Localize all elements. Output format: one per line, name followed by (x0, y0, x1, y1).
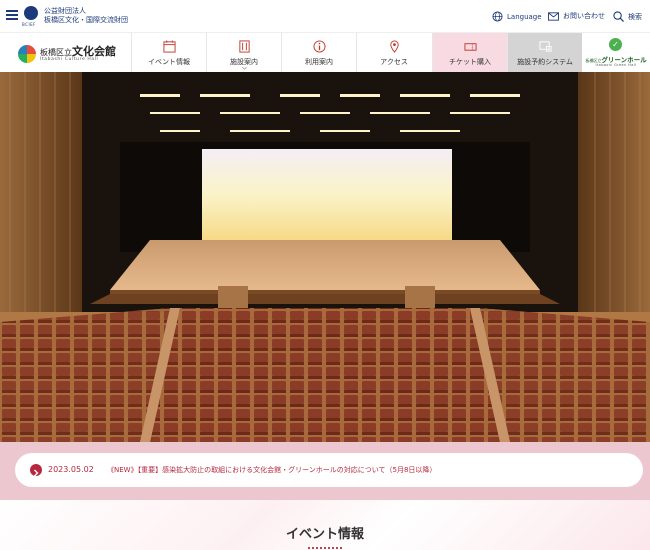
news-strip: 2023.05.02 《NEW》【重要】感染拡大防止の取組における文化会館・グリ… (0, 442, 650, 500)
search-link[interactable]: 検索 (613, 11, 642, 22)
contact-label: お問い合わせ (563, 12, 605, 20)
ticket-icon (464, 43, 477, 51)
events-section: イベント情報 (0, 500, 650, 550)
nav-item-usage[interactable]: 利用案内 (281, 33, 356, 73)
nav-item-events[interactable]: イベント情報 (131, 33, 206, 73)
nav-label-booking: 施設予約システム (517, 58, 573, 66)
foundation-name-line2: 板橋区文化・国際交流財団 (44, 16, 128, 24)
nav-label-access: アクセス (380, 58, 408, 66)
nav-item-facilities[interactable]: 施設案内 (206, 33, 281, 73)
search-label: 検索 (628, 12, 642, 21)
nav-label-facilities: 施設案内 (230, 58, 258, 66)
language-link[interactable]: Language (492, 11, 542, 22)
heading-divider (307, 547, 343, 549)
hero-image (0, 72, 650, 442)
events-heading: イベント情報 (285, 527, 364, 542)
nav-label-events: イベント情報 (148, 58, 190, 66)
top-utility-bar: BCIEF 公益財団法人 板橋区文化・国際交流財団 Language お問い合わ… (0, 0, 650, 32)
map-pin-icon (390, 40, 399, 53)
site-logo[interactable]: 板橋区立文化会館 Itabashi Culture Hall (18, 43, 136, 65)
nav-label-tickets: チケット購入 (449, 58, 491, 66)
news-text: 《NEW》【重要】感染拡大防止の取組における文化会館・グリーンホールの対応につい… (107, 466, 437, 474)
nav-item-booking[interactable]: 施設予約システム (507, 33, 582, 73)
globe-icon (492, 11, 503, 22)
foundation-name-line1: 公益財団法人 (44, 7, 86, 15)
foundation-logo-text: BCIEF (22, 22, 36, 27)
calendar-icon (163, 40, 176, 53)
news-date: 2023.05.02 (48, 465, 94, 474)
building-icon (239, 40, 250, 53)
menu-icon[interactable] (6, 10, 18, 20)
site-title-en: Itabashi Culture Hall (40, 57, 99, 62)
search-icon (613, 11, 624, 22)
green-hall-title-en: Itabashi Green Hall (595, 63, 637, 67)
green-hall-link[interactable]: ✓ 板橋区立グリーンホール Itabashi Green Hall (582, 32, 650, 72)
info-icon (313, 40, 326, 53)
foundation-logo-icon[interactable] (24, 6, 38, 20)
culture-hall-logo-icon (18, 45, 36, 63)
mail-icon (548, 11, 559, 21)
nav-item-tickets[interactable]: チケット購入 (432, 33, 507, 73)
booking-icon (539, 41, 552, 52)
nav-label-usage: 利用案内 (305, 58, 333, 66)
main-nav: 板橋区立文化会館 Itabashi Culture Hall イベント情報 施設… (0, 32, 650, 73)
news-item[interactable]: 2023.05.02 《NEW》【重要】感染拡大防止の取組における文化会館・グリ… (15, 453, 643, 487)
theater-photo (0, 72, 650, 442)
leaf-icon: ✓ (609, 38, 622, 51)
nav-item-access[interactable]: アクセス (356, 33, 431, 73)
contact-link[interactable]: お問い合わせ (548, 11, 605, 21)
foundation-name[interactable]: 公益財団法人 板橋区文化・国際交流財団 (44, 7, 128, 25)
chevron-down-icon (242, 67, 247, 70)
arrow-right-icon (30, 464, 42, 477)
language-label: Language (507, 12, 542, 21)
